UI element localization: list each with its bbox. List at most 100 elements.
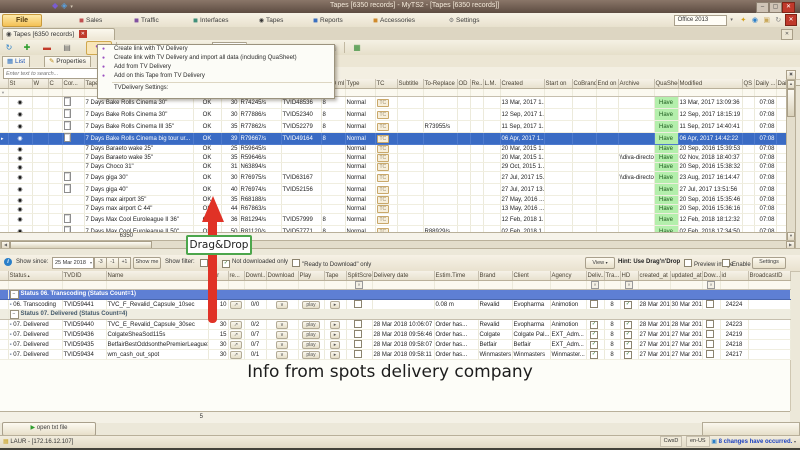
filter-cell[interactable] (776, 89, 786, 97)
filter-not-downloaded-checkbox[interactable]: Not downloaded only (222, 259, 288, 268)
collapse-icon[interactable]: − (10, 290, 19, 299)
column-header[interactable]: L.M. (483, 79, 500, 89)
column-header[interactable]: Brand (478, 271, 512, 281)
column-header[interactable]: updated_at (670, 271, 702, 281)
column-header[interactable]: Tape (324, 271, 346, 281)
column-header[interactable]: re... (228, 271, 244, 281)
tape-row[interactable]: ◉7 Days Choco 31"OK31N63894/sNormalTC29 … (0, 163, 786, 172)
filter-cell[interactable] (748, 281, 790, 290)
filter-cell[interactable] (500, 89, 544, 97)
open-txt-file-button[interactable]: ▶ open txt file (2, 422, 96, 436)
filter-cell[interactable] (244, 281, 266, 290)
column-header[interactable]: TC (375, 79, 397, 89)
filter-cell[interactable] (512, 281, 550, 290)
filter-cell[interactable] (754, 89, 776, 97)
menu-traffic[interactable]: ◼Traffic (133, 16, 159, 26)
delivery-row[interactable]: ▪ 06. TranscodingTVID59441TVC_F_Revalid_… (0, 300, 790, 310)
filter-cell[interactable] (423, 89, 457, 97)
filter-clear-icon[interactable]: ✕ (355, 281, 363, 289)
checkbox-icon[interactable] (590, 351, 598, 359)
remove-icon[interactable]: ▬ (40, 42, 54, 53)
download-button[interactable]: ∨ (276, 321, 288, 329)
filter-cell[interactable] (266, 281, 298, 290)
open-external-button[interactable]: ↗ (230, 331, 242, 339)
checkbox-icon[interactable] (684, 259, 692, 267)
tape-row[interactable]: ▸◉7 Days Bake Rolls Cinema big tour ur..… (0, 133, 786, 145)
tc-badge[interactable]: TC (377, 99, 390, 107)
filter-cell[interactable] (32, 89, 48, 97)
view-dropdown-icon[interactable]: ▾ (606, 260, 608, 265)
filter-cell[interactable] (8, 281, 62, 290)
checkbox-icon[interactable] (590, 331, 598, 339)
column-header[interactable] (0, 271, 8, 281)
column-header[interactable]: Subtitle (397, 79, 423, 89)
filter-cell[interactable] (478, 281, 512, 290)
view-button[interactable]: View ▾ (585, 257, 615, 269)
column-header[interactable]: Archive (618, 79, 654, 89)
delivery-row[interactable]: ▪ 07. DeliveredTVID59436ColgateSheaSod11… (0, 330, 790, 340)
tc-badge[interactable]: TC (377, 123, 390, 131)
filter-cell[interactable] (324, 281, 346, 290)
checkbox-icon[interactable] (706, 340, 714, 348)
column-header[interactable]: Dow... (702, 271, 720, 281)
filter-cell[interactable] (106, 281, 208, 290)
tape-row[interactable]: ◉7 Days giga 40"OK40R76974/sTVID52156Nor… (0, 184, 786, 196)
date-dropdown-icon[interactable]: ▾ (90, 258, 92, 268)
checkbox-icon[interactable] (722, 259, 730, 267)
minimize-button[interactable]: – (756, 2, 769, 13)
tape-button[interactable]: ▸ (330, 351, 341, 359)
file-menu-button[interactable]: File (2, 14, 42, 27)
tape-button[interactable]: ▸ (330, 321, 341, 329)
filter-cell[interactable] (596, 89, 618, 97)
folder-icon[interactable]: ▣ (762, 15, 772, 26)
scroll-up-icon[interactable]: ▲ (787, 80, 795, 89)
download-button[interactable]: ∨ (276, 301, 288, 309)
column-header[interactable]: Tra... (604, 271, 620, 281)
vertical-scrollbar[interactable]: ▲ ▼ (786, 79, 796, 242)
changes-notification[interactable]: 8 changes have occurred. (719, 439, 793, 445)
mdi-close-icon[interactable]: ✕ (785, 14, 797, 26)
collapse-icon[interactable]: − (10, 310, 19, 319)
search-input[interactable] (3, 68, 103, 79)
tape-button[interactable]: ▸ (330, 331, 341, 339)
column-header[interactable]: QuaSheet (654, 79, 678, 89)
filter-cell[interactable] (654, 89, 678, 97)
panel-corner-button[interactable] (702, 422, 800, 436)
column-header[interactable]: Daily (776, 79, 786, 89)
tc-badge[interactable]: TC (377, 196, 390, 204)
delivery-row[interactable]: ▪ 07. DeliveredTVID59434wm_cash_out_spot… (0, 350, 790, 360)
checkbox-icon[interactable] (590, 300, 598, 308)
tc-badge[interactable]: TC (377, 186, 390, 194)
filter-clear-icon[interactable]: ✕ (707, 281, 715, 289)
settings-button[interactable]: Settings (752, 257, 786, 269)
column-header[interactable]: W (32, 79, 48, 89)
column-header[interactable]: Modified (678, 79, 742, 89)
filter-cell[interactable] (572, 89, 596, 97)
tc-badge[interactable]: TC (377, 205, 390, 213)
tape-row[interactable]: ◉7 Days Baraeto wake 35"OK35R59646/sNorm… (0, 154, 786, 163)
tc-badge[interactable]: TC (377, 163, 390, 171)
checkbox-icon[interactable] (292, 259, 300, 267)
column-header[interactable]: OD (457, 79, 470, 89)
maximize-button[interactable]: ▢ (769, 2, 782, 13)
menu-tapes[interactable]: ◉Tapes (258, 16, 283, 26)
download-button[interactable]: ∨ (276, 331, 288, 339)
tape-row[interactable]: ◉7 Days max airport 35"OK35R68188/sNorma… (0, 196, 786, 205)
filter-cell[interactable] (678, 89, 742, 97)
column-header[interactable]: Downl... (244, 271, 266, 281)
tape-button[interactable]: ▸ (330, 341, 341, 349)
date-input[interactable]: 25 Mar 2018▾ (52, 257, 94, 269)
tabstrip-close-icon[interactable]: ✕ (781, 29, 793, 40)
download-button[interactable]: ∨ (276, 351, 288, 359)
filter-cell[interactable] (470, 89, 483, 97)
checkbox-icon[interactable] (624, 321, 632, 329)
tape-row[interactable]: ◉7 Days Max Cool Euroleague II 36"OK36R8… (0, 214, 786, 226)
lamp-icon[interactable]: ✦ (738, 15, 748, 26)
column-header[interactable]: Cor... (62, 79, 84, 89)
open-external-button[interactable]: ↗ (230, 341, 242, 349)
column-header[interactable]: Created (500, 79, 544, 89)
tape-row[interactable]: ◉7 Days Baraeto wake 25"OK25R59645/sNorm… (0, 145, 786, 154)
print-icon[interactable]: ▤ (60, 42, 74, 53)
tape-row[interactable]: ◉7 Days max airport C 44"OK44R67863/sNor… (0, 205, 786, 214)
column-header[interactable]: Download (266, 271, 298, 281)
